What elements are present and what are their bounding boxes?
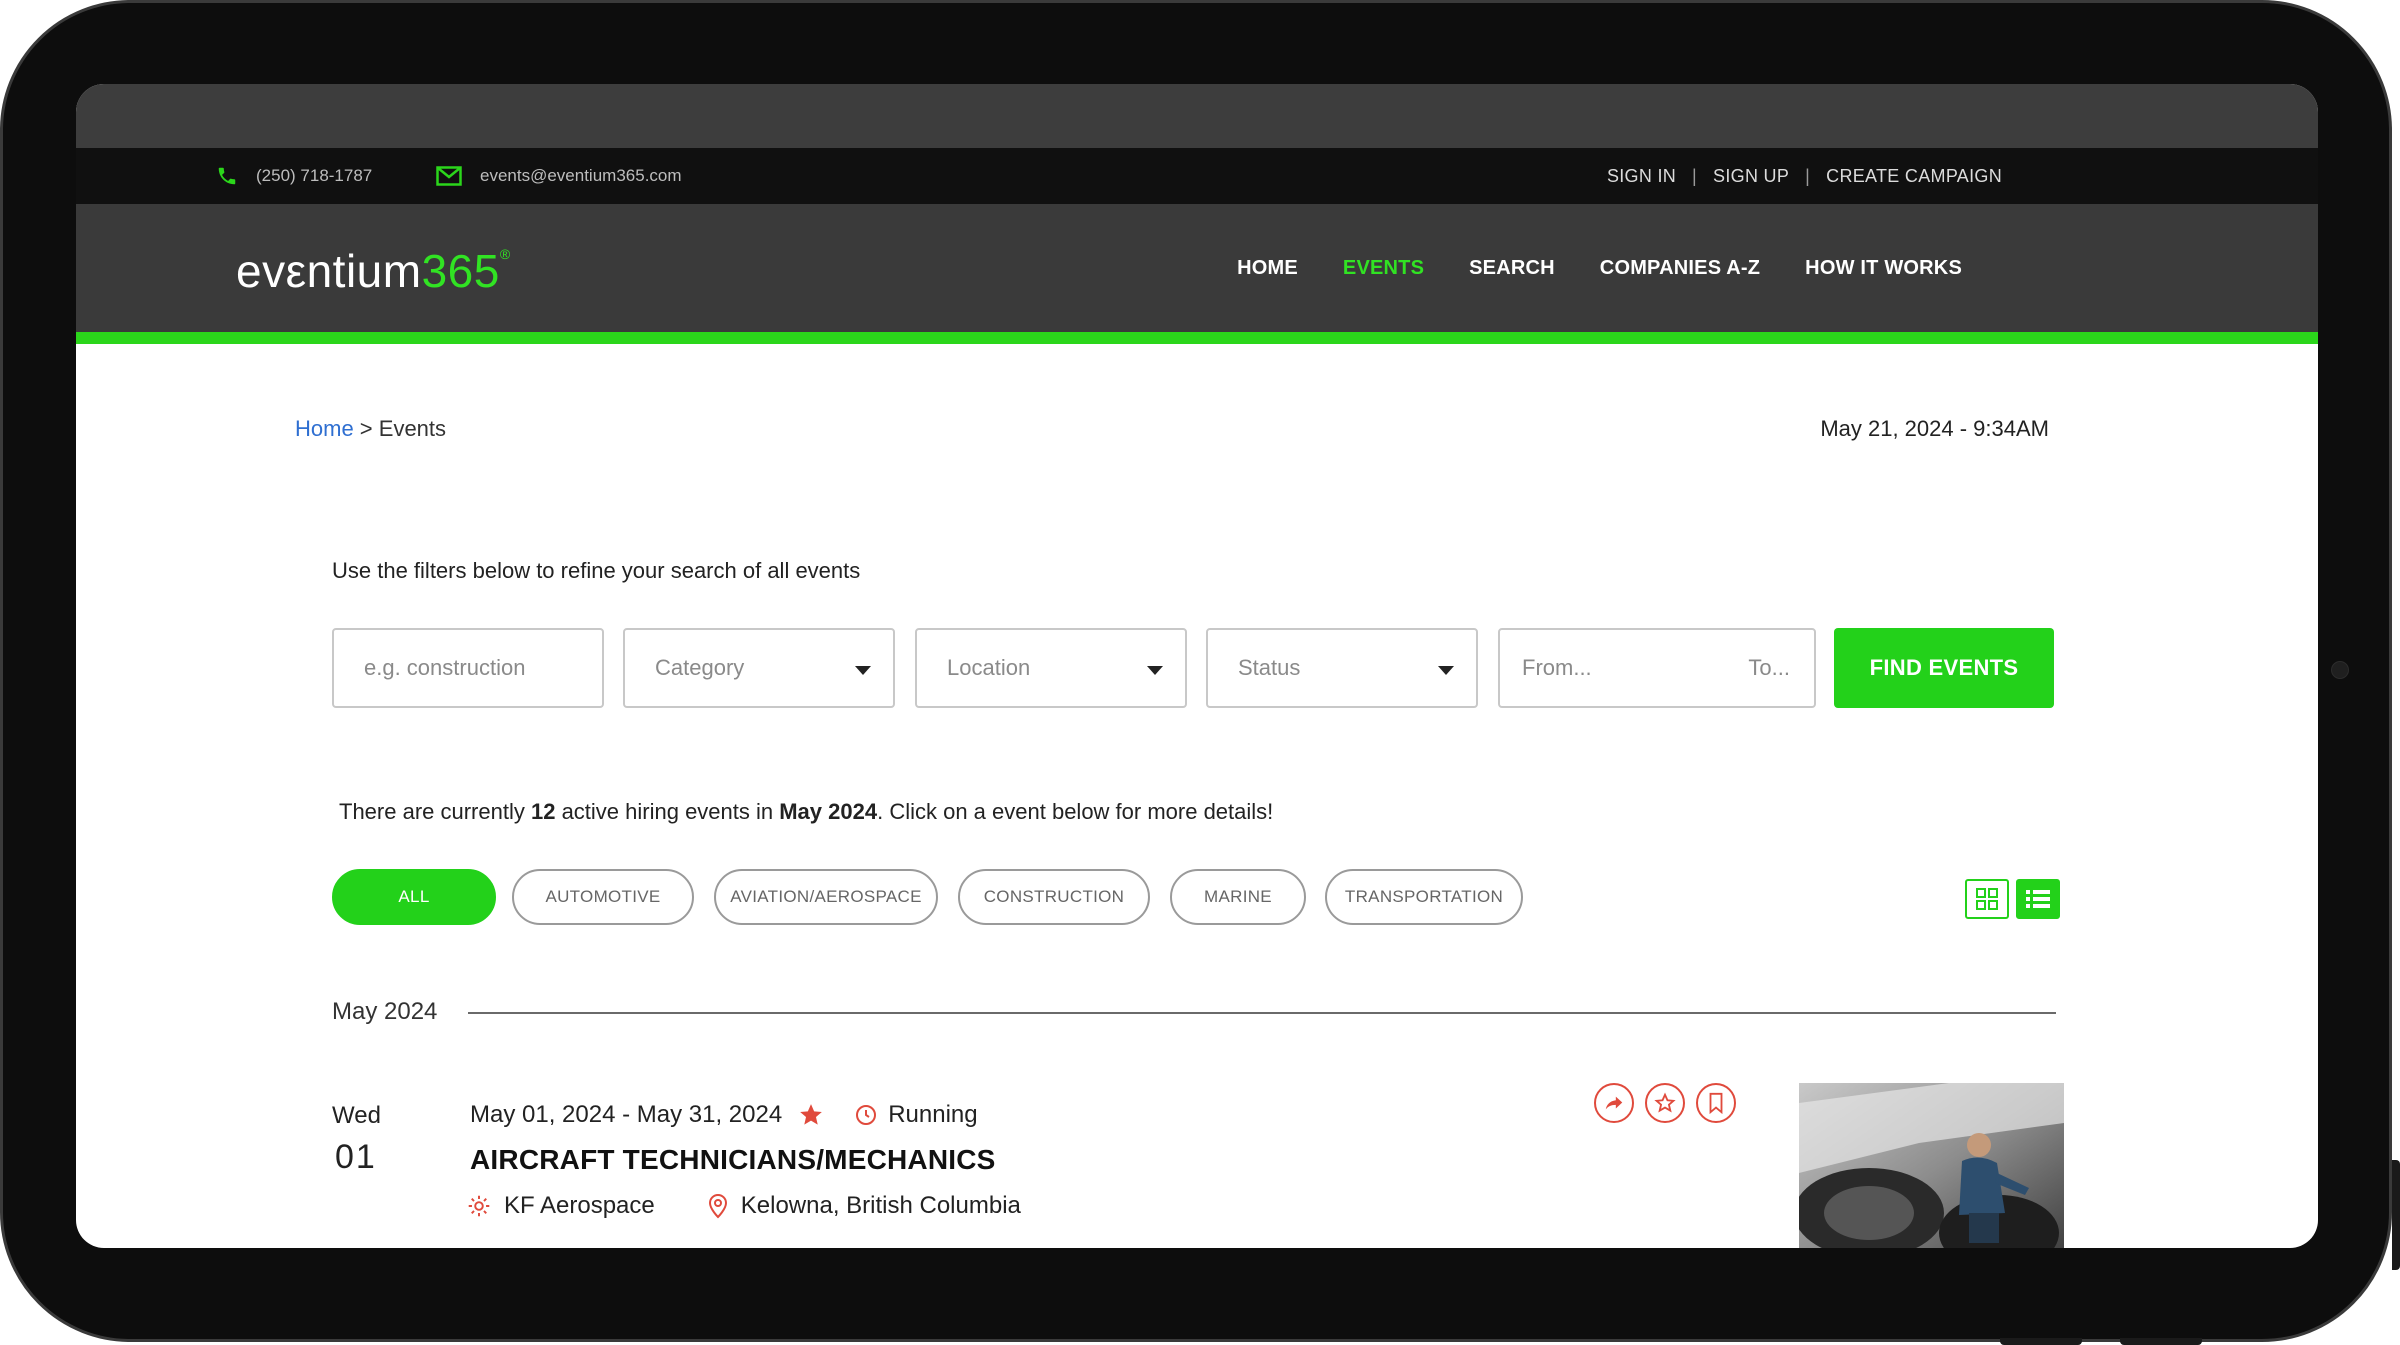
list-view-button[interactable] (2016, 879, 2060, 919)
nav-events[interactable]: EVENTS (1343, 257, 1424, 280)
breadcrumb-separator: > (353, 416, 379, 441)
sign-in-link[interactable]: SIGN IN (1607, 166, 1676, 187)
find-events-button[interactable]: FIND EVENTS (1834, 628, 2054, 708)
month-divider (468, 1012, 2056, 1014)
summary-text: There are currently (339, 799, 531, 824)
date-to-placeholder: To... (1748, 655, 1790, 680)
event-weekday: Wed (332, 1102, 381, 1129)
map-pin-icon (708, 1193, 727, 1219)
auth-links: SIGN IN | SIGN UP | CREATE CAMPAIGN (1607, 148, 2002, 204)
filter-intro: Use the filters below to refine your sea… (332, 558, 861, 583)
category-filter-all[interactable]: ALL (332, 869, 496, 925)
status-select[interactable]: Status (1206, 628, 1478, 708)
chevron-down-icon (855, 666, 871, 675)
category-select[interactable]: Category (623, 628, 895, 708)
grid-view-button[interactable] (1965, 879, 2009, 919)
email-contact[interactable]: events@eventium365.com (436, 148, 682, 204)
bookmark-button[interactable] (1696, 1083, 1736, 1123)
share-button[interactable] (1594, 1083, 1634, 1123)
breadcrumb-current: Events (378, 416, 447, 441)
phone-icon (218, 167, 236, 185)
bookmark-icon (1709, 1092, 1723, 1114)
location-select[interactable]: Location (915, 628, 1187, 708)
current-datetime: May 21, 2024 - 9:34AM (1820, 416, 2049, 441)
location-value: Location (947, 655, 1031, 680)
event-count: 12 (530, 799, 556, 824)
event-status: Running (888, 1101, 978, 1128)
browser-screen: (250) 718-1787 events@eventium365.com SI… (76, 84, 2318, 1248)
event-title[interactable]: AIRCRAFT TECHNICIANS/MECHANICS (470, 1144, 996, 1176)
favorite-button[interactable] (1645, 1083, 1685, 1123)
event-count-summary: There are currently 12 active hiring eve… (339, 799, 1273, 825)
date-range-input[interactable]: From... To... (1498, 628, 1816, 708)
category-filter-transportation[interactable]: TRANSPORTATION (1325, 869, 1523, 925)
breadcrumb-home[interactable]: Home (295, 416, 354, 441)
category-filter-marine[interactable]: MARINE (1170, 869, 1306, 925)
create-campaign-link[interactable]: CREATE CAMPAIGN (1826, 166, 2002, 187)
keyword-placeholder: e.g. construction (364, 655, 526, 680)
logo-registered-mark: ® (499, 245, 511, 262)
tablet-camera (2331, 661, 2349, 679)
top-contact-bar: (250) 718-1787 events@eventium365.com SI… (76, 148, 2318, 204)
nav-companies[interactable]: COMPANIES A-Z (1600, 257, 1760, 280)
summary-text: active hiring events in (555, 799, 780, 824)
tablet-side-button (2392, 1160, 2400, 1270)
site-logo[interactable]: evεntium365® (236, 244, 511, 298)
share-icon (1605, 1096, 1623, 1110)
summary-text: . Click on a event below for more detail… (877, 799, 1274, 824)
phone-contact[interactable]: (250) 718-1787 (216, 148, 372, 204)
email-address: events@eventium365.com (480, 166, 682, 185)
tablet-button (2120, 1338, 2202, 1345)
featured-star-icon (800, 1104, 823, 1125)
mail-icon (436, 166, 462, 186)
event-day-number: 01 (335, 1138, 377, 1176)
list-view-icon (2026, 890, 2050, 908)
device-status-bar (76, 84, 2318, 148)
phone-number: (250) 718-1787 (256, 166, 373, 185)
breadcrumb: Home > Events (295, 416, 446, 442)
grid-view-icon (1976, 888, 1998, 910)
sign-up-link[interactable]: SIGN UP (1713, 166, 1789, 187)
keyword-input[interactable]: e.g. construction (332, 628, 604, 708)
date-from-placeholder: From... (1522, 655, 1592, 680)
event-company[interactable]: KF Aerospace (504, 1192, 655, 1220)
event-meta-row: KF Aerospace Kelowna, British Columbia (466, 1192, 1021, 1220)
event-image[interactable] (1799, 1083, 2064, 1248)
header-accent-line (76, 332, 2318, 344)
separator: | (1692, 165, 1698, 186)
category-filter-aviation[interactable]: AVIATION/AEROSPACE (714, 869, 938, 925)
chevron-down-icon (1147, 666, 1163, 675)
event-date-row: May 01, 2024 - May 31, 2024 Running (470, 1101, 978, 1129)
nav-how-it-works[interactable]: HOW IT WORKS (1805, 257, 1962, 280)
month-heading: May 2024 (332, 998, 438, 1025)
logo-text: evεntium (236, 245, 422, 297)
logo-number: 365 (421, 245, 500, 297)
category-filter-construction[interactable]: CONSTRUCTION (958, 869, 1150, 925)
aircraft-mechanic-photo (1799, 1083, 2064, 1248)
main-header: evεntium365® HOME EVENTS SEARCH COMPANIE… (76, 204, 2318, 344)
nav-search[interactable]: SEARCH (1469, 257, 1555, 280)
event-location: Kelowna, British Columbia (740, 1192, 1021, 1219)
status-value: Status (1238, 655, 1301, 680)
summary-month: May 2024 (779, 799, 878, 824)
tablet-button (2000, 1338, 2082, 1345)
chevron-down-icon (1438, 666, 1454, 675)
gear-icon (468, 1195, 490, 1217)
separator: | (1805, 165, 1811, 186)
clock-icon (856, 1105, 877, 1125)
star-icon (1654, 1092, 1676, 1113)
main-nav: HOME EVENTS SEARCH COMPANIES A-Z HOW IT … (1192, 204, 1962, 332)
event-date-range: May 01, 2024 - May 31, 2024 (470, 1101, 783, 1128)
nav-home[interactable]: HOME (1237, 257, 1298, 280)
category-value: Category (655, 655, 745, 680)
category-filter-automotive[interactable]: AUTOMOTIVE (512, 869, 694, 925)
